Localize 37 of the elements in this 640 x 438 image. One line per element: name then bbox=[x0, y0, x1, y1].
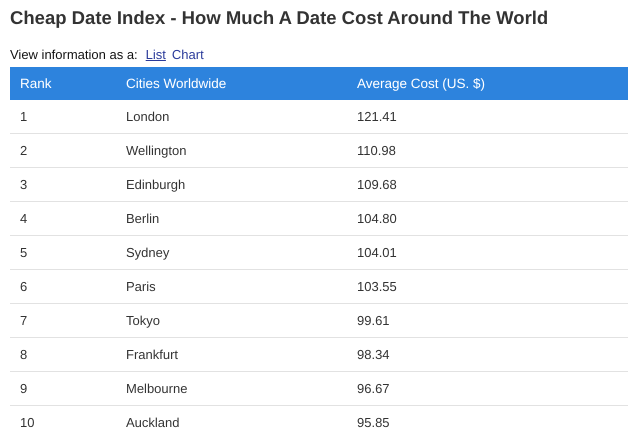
table-cell: Sydney bbox=[116, 236, 347, 270]
table-cell: Melbourne bbox=[116, 372, 347, 406]
table-cell: 104.80 bbox=[347, 202, 628, 236]
table-cell: 121.41 bbox=[347, 100, 628, 134]
table-cell: Wellington bbox=[116, 134, 347, 168]
table-cell: Berlin bbox=[116, 202, 347, 236]
view-label: View information as a: bbox=[10, 46, 138, 62]
table-cell: 5 bbox=[10, 236, 116, 270]
table-cell: 99.61 bbox=[347, 304, 628, 338]
view-link[interactable]: List bbox=[146, 46, 166, 62]
view-link[interactable]: Chart bbox=[172, 46, 204, 62]
table-cell: 96.67 bbox=[347, 372, 628, 406]
table-cell: 103.55 bbox=[347, 270, 628, 304]
table-cell: Frankfurt bbox=[116, 338, 347, 372]
table-cell: 6 bbox=[10, 270, 116, 304]
table-cell: 10 bbox=[10, 406, 116, 438]
table-cell: 95.85 bbox=[347, 406, 628, 438]
table-cell: Paris bbox=[116, 270, 347, 304]
page-title: Cheap Date Index - How Much A Date Cost Around The World bbox=[10, 6, 550, 30]
table-cell: 2 bbox=[10, 134, 116, 168]
table-cell: 110.98 bbox=[347, 134, 628, 168]
column-header: Rank bbox=[10, 67, 116, 100]
table-cell: London bbox=[116, 100, 347, 134]
column-header: Average Cost (US. $) bbox=[347, 67, 628, 100]
table-cell: 104.01 bbox=[347, 236, 628, 270]
table-cell: 3 bbox=[10, 168, 116, 202]
table-cell: 1 bbox=[10, 100, 116, 134]
table-cell: 9 bbox=[10, 372, 116, 406]
table-cell: Edinburgh bbox=[116, 168, 347, 202]
table-cell: 109.68 bbox=[347, 168, 628, 202]
table-cell: Auckland bbox=[116, 406, 347, 438]
table-cell: 8 bbox=[10, 338, 116, 372]
table-cell: 98.34 bbox=[347, 338, 628, 372]
column-header: Cities Worldwide bbox=[116, 67, 347, 100]
table-cell: 7 bbox=[10, 304, 116, 338]
table-cell: Tokyo bbox=[116, 304, 347, 338]
table-cell: 4 bbox=[10, 202, 116, 236]
